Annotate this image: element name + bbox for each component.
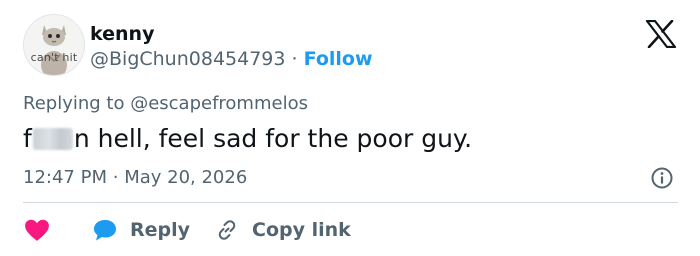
replying-to-line: Replying to @escapefrommelos xyxy=(23,92,308,116)
tweet-text: f n hell, feel sad for the poor guy. xyxy=(23,123,472,155)
link-icon xyxy=(218,220,236,240)
like-button[interactable] xyxy=(24,216,50,244)
copy-link-label: Copy link xyxy=(252,219,351,241)
tweet-date: May 20, 2026 xyxy=(124,167,248,188)
divider xyxy=(23,202,678,203)
reply-label: Reply xyxy=(130,219,191,241)
redacted-word-blur xyxy=(32,128,73,150)
copy-link-button[interactable]: Copy link xyxy=(214,216,351,244)
replying-to-prefix: Replying to xyxy=(23,93,131,114)
info-icon[interactable] xyxy=(650,166,674,190)
x-logo-icon[interactable] xyxy=(645,20,677,48)
author-display-name[interactable]: kenny xyxy=(90,22,154,46)
avatar[interactable]: can't hit xyxy=(23,14,85,76)
cat-photo-icon xyxy=(24,15,84,75)
timestamp-separator: · xyxy=(112,167,119,188)
handle-separator: · xyxy=(291,48,298,70)
tweet-timestamp[interactable]: 12:47 PM · May 20, 2026 xyxy=(23,166,247,190)
heart-icon xyxy=(25,219,49,241)
author-handle[interactable]: @BigChun08454793 xyxy=(90,48,285,70)
reply-bubble-icon xyxy=(94,220,116,241)
reply-button[interactable]: Reply xyxy=(92,216,190,244)
tweet-time: 12:47 PM xyxy=(23,167,107,188)
tweet-text-rest: n hell, feel sad for the poor guy. xyxy=(73,124,473,153)
author-handle-line: @BigChun08454793 · Follow xyxy=(90,47,373,71)
avatar-caption: can't hit xyxy=(30,51,78,64)
follow-button[interactable]: Follow xyxy=(304,48,373,70)
tweet-text-start: f xyxy=(23,124,32,153)
reply-target-handle[interactable]: @escapefrommelos xyxy=(130,93,308,114)
